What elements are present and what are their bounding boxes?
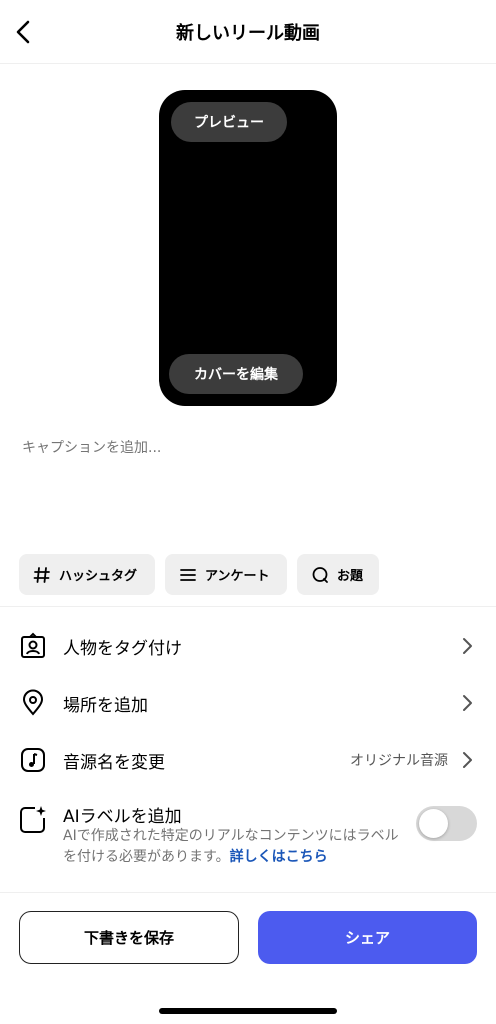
audio-name-value: オリジナル音源 [350,753,448,769]
save-draft-button[interactable]: 下書きを保存 [19,911,239,964]
tag-people-row[interactable]: 人物をタグ付け [0,618,496,674]
tag-people-icon [18,631,48,661]
topic-chip-label: お題 [337,569,364,584]
learn-more-link[interactable]: 詳しくはこちら [230,849,328,865]
toggle-knob [419,809,448,838]
chevron-right-icon [460,750,474,770]
add-location-label: 場所を追加 [63,695,148,716]
ai-label-toggle[interactable] [416,806,477,841]
caption-chips: ハッシュタグ アンケート お題 [19,554,379,595]
ai-label-section: AIラベルを追加 AIで作成された特定のリアルなコンテンツにはラベルを付ける必要… [0,796,496,886]
ai-sparkle-icon [18,804,48,834]
divider [0,892,496,893]
topic-chip[interactable]: お題 [297,554,379,595]
poll-lines-icon [180,568,196,581]
music-icon [18,745,48,775]
chevron-right-icon [460,693,474,713]
topic-bubble-icon [312,566,328,583]
hashtag-chip[interactable]: ハッシュタグ [19,554,155,595]
add-location-row[interactable]: 場所を追加 [0,675,496,731]
back-button[interactable] [10,18,38,46]
poll-chip[interactable]: アンケート [165,554,287,595]
caption-input[interactable] [22,440,476,456]
header-bar: 新しいリール動画 [0,0,496,64]
tag-people-label: 人物をタグ付け [63,638,182,659]
edit-cover-button[interactable]: カバーを編集 [169,354,303,394]
location-pin-icon [18,688,48,718]
preview-button[interactable]: プレビュー [171,102,287,142]
rename-audio-row[interactable]: 音源名を変更 オリジナル音源 [0,732,496,788]
divider [0,606,496,607]
rename-audio-label: 音源名を変更 [63,752,165,773]
hashtag-chip-label: ハッシュタグ [59,569,138,584]
ai-label-title: AIラベルを追加 [63,807,182,827]
share-button[interactable]: シェア [258,911,477,964]
poll-chip-label: アンケート [205,569,270,584]
reel-preview[interactable]: プレビュー カバーを編集 [159,90,337,406]
chevron-right-icon [460,636,474,656]
page-title: 新しいリール動画 [176,22,320,44]
home-indicator [159,1008,337,1014]
chevron-left-icon [16,20,30,44]
ai-label-description: AIで作成された特定のリアルなコンテンツにはラベルを付ける必要があります。詳しく… [63,826,403,868]
hashtag-icon [33,566,50,583]
